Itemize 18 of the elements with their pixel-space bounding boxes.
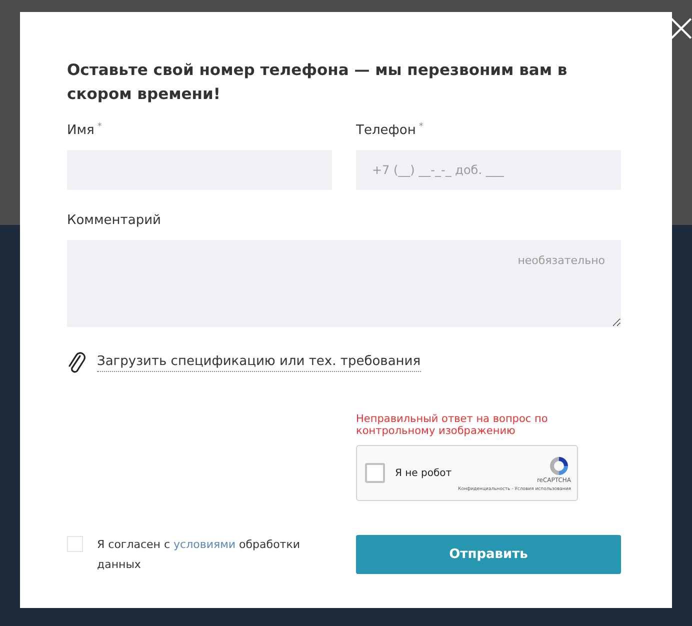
field-label: Телефон [356,122,416,140]
field-label: Имя [67,122,94,140]
input-field[interactable]: +7 (__) __-_-_ доб. ___ [356,150,621,190]
required-mark: * [418,122,424,134]
captcha-label: Я не робот [395,468,452,478]
close-icon[interactable]: × [664,8,692,48]
comment-field[interactable]: необязательно [67,240,621,327]
terms-link[interactable]: условиями [174,538,236,551]
agreement-checkbox[interactable] [67,536,83,552]
dialog-title: Оставьте свой номер телефона — мы перезвоним вам в скором времени! [67,60,568,105]
paperclip-icon [67,351,87,375]
upload-link[interactable]: Загрузить спецификацию или тех. требования [97,354,421,372]
agreement-text: Я согласен с условиями обработки данных [97,537,301,573]
error-message: Неправильный ответ на вопрос по контрольному изображению [356,413,549,437]
recaptcha-logo-icon [547,454,571,476]
captcha-checkbox[interactable] [365,463,385,483]
field-label: Комментарий [67,212,162,230]
required-mark: * [97,122,102,134]
